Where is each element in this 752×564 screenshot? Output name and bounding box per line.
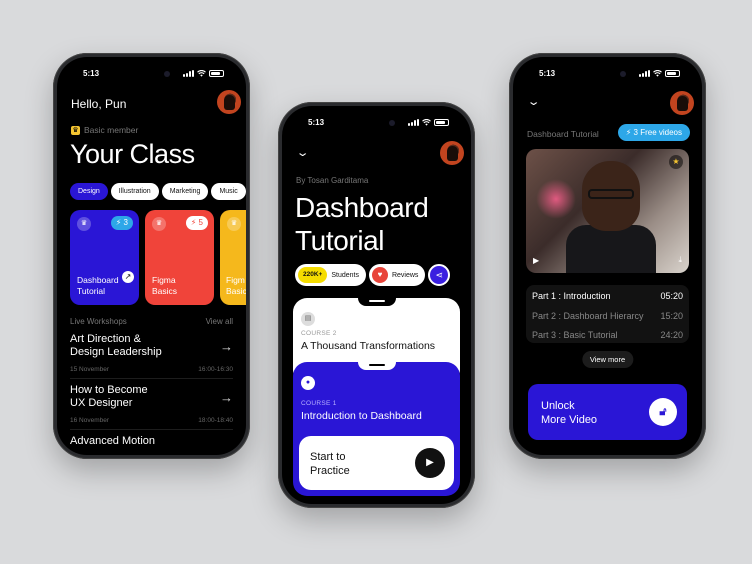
video-player[interactable]: ★ ▶ ⤓ <box>526 149 689 273</box>
member-label: Basic member <box>84 125 139 135</box>
course-name: A Thousand Transformations <box>301 340 436 352</box>
live-workshops-label: Live Workshops <box>70 317 127 326</box>
phone-course-detail: 5:13 ⌄ By Tosan Garditama Dashboard Tutor… <box>278 102 475 508</box>
workshop-item[interactable]: How to Become UX Designer → 16 November 1… <box>70 384 233 430</box>
battery-icon <box>665 70 680 77</box>
crown-icon: ♛ <box>227 217 241 231</box>
wifi-icon <box>653 70 662 77</box>
status-bar: 5:13 <box>513 69 702 81</box>
page-title: Your Class <box>70 139 195 169</box>
students-label: Students <box>331 271 359 279</box>
wifi-icon <box>422 119 431 126</box>
view-more-button[interactable]: View more <box>581 351 634 368</box>
reviews-label: Reviews <box>391 271 419 279</box>
avatar[interactable] <box>217 90 241 114</box>
download-icon[interactable]: ⤓ <box>678 255 682 265</box>
screen: 5:13 ⌄ Dashboard Tutorial ⚡ 3 Free video… <box>513 57 702 455</box>
battery-icon <box>434 119 449 126</box>
workshop-title: Advanced Motion <box>70 435 155 447</box>
signal-icon <box>183 70 194 77</box>
start-practice-button[interactable]: Start to Practice ▶ <box>299 436 454 490</box>
signal-icon <box>408 119 419 126</box>
share-icon[interactable]: ⋖ <box>428 264 451 286</box>
lesson-count-badge: ⚡ 5 <box>185 216 208 230</box>
start-practice-label: Start to Practice <box>310 451 350 477</box>
workshop-title: Art Direction & Design Leadership <box>70 333 162 358</box>
course-tag: COURSE 1 <box>301 400 337 407</box>
lesson-count-badge: ⚡ 3 <box>110 216 133 230</box>
video-part-item[interactable]: Part 2 : Dashboard Hierarcy 15:20 <box>532 311 683 325</box>
member-badge: ♛ Basic member <box>71 125 138 135</box>
view-all-link[interactable]: View all <box>206 317 233 326</box>
signal-icon <box>639 70 650 77</box>
chip-music[interactable]: Music <box>211 183 246 200</box>
status-bar: 5:13 <box>57 69 246 81</box>
students-count: 220K+ <box>298 267 328 283</box>
course-tag: COURSE 2 <box>301 330 337 337</box>
chip-illustration[interactable]: Illustration <box>110 183 159 200</box>
reviews-stat[interactable]: ♥ Reviews <box>368 264 426 286</box>
course-title: Dashboard Tutorial <box>295 192 429 256</box>
wifi-icon <box>197 70 206 77</box>
lock-icon: 🔓︎ <box>649 398 677 426</box>
arrow-up-right-icon[interactable]: ↗ <box>122 271 134 283</box>
chevron-down-icon[interactable]: ⌄ <box>527 95 541 108</box>
workshop-item[interactable]: Art Direction & Design Leadership → 15 No… <box>70 333 233 379</box>
workshop-date: 15 November <box>70 366 110 373</box>
screen: 5:13 ⌄ By Tosan Garditama Dashboard Tutor… <box>282 106 471 504</box>
class-card-figma[interactable]: ♛ ⚡ 5 Figma Basics <box>145 210 214 305</box>
course-stats: 220K+ Students ♥ Reviews ⋖ <box>295 264 451 286</box>
status-time: 5:13 <box>83 69 100 78</box>
card-handle <box>357 297 396 306</box>
author-byline: By Tosan Garditama <box>296 176 369 185</box>
greeting: Hello, Pun <box>71 97 127 111</box>
screen: 5:13 Hello, Pun ♛ Basic member Your Clas… <box>57 57 246 455</box>
workshop-date: 16 November <box>70 417 110 424</box>
class-card-label: Dashboard Tutorial <box>77 275 119 296</box>
play-icon[interactable]: ▶ <box>415 448 445 478</box>
workshop-item[interactable]: Advanced Motion <box>70 435 233 455</box>
battery-icon <box>209 70 224 77</box>
unlock-more-video-button[interactable]: Unlock More Video 🔓︎ <box>528 384 687 440</box>
crown-icon: ♛ <box>152 217 166 231</box>
lesson-icon: ● <box>301 376 315 390</box>
class-card-label: Figm Basic <box>226 275 246 296</box>
video-part-item[interactable]: Part 1 : Introduction 05:20 <box>532 291 683 305</box>
lesson-icon: ▤ <box>301 312 315 326</box>
arrow-right-icon[interactable]: → <box>220 390 233 405</box>
avatar[interactable] <box>670 91 694 115</box>
unlock-label: Unlock More Video <box>541 400 598 426</box>
free-videos-badge[interactable]: ⚡ 3 Free videos <box>617 124 690 141</box>
class-card-dashboard[interactable]: ♛ ⚡ 3 ↗ Dashboard Tutorial <box>70 210 139 305</box>
class-cards: ♛ ⚡ 3 ↗ Dashboard Tutorial ♛ ⚡ 5 Figma Bas… <box>70 210 246 305</box>
workshop-time: 18:00-18:40 <box>198 417 233 424</box>
video-part-item[interactable]: Part 3 : Basic Tutorial 24:20 <box>532 330 683 344</box>
section-title: Dashboard Tutorial <box>527 129 599 139</box>
category-chips: Design Illustration Marketing Music <box>70 183 246 200</box>
chevron-down-icon[interactable]: ⌄ <box>296 146 310 159</box>
star-icon[interactable]: ★ <box>669 155 683 169</box>
arrow-right-icon[interactable]: → <box>220 339 233 354</box>
class-card-label: Figma Basics <box>152 275 178 296</box>
chip-marketing[interactable]: Marketing <box>161 183 209 200</box>
course-card-1[interactable]: ● COURSE 1 Introduction to Dashboard Sta… <box>293 361 460 496</box>
card-handle <box>357 361 396 370</box>
students-stat: 220K+ Students <box>295 264 366 286</box>
course-name: Introduction to Dashboard <box>301 410 422 422</box>
avatar[interactable] <box>440 141 464 165</box>
chip-design[interactable]: Design <box>70 183 108 200</box>
status-bar: 5:13 <box>282 118 471 130</box>
crown-icon: ♛ <box>71 125 80 135</box>
status-time: 5:13 <box>539 69 556 78</box>
crown-icon: ♛ <box>77 217 91 231</box>
heart-icon: ♥ <box>371 267 388 283</box>
phone-video-player: 5:13 ⌄ Dashboard Tutorial ⚡ 3 Free video… <box>509 53 706 459</box>
workshop-title: How to Become UX Designer <box>70 384 148 409</box>
class-card-partial[interactable]: ♛ Figm Basic <box>220 210 246 305</box>
play-icon[interactable]: ▶ <box>533 256 539 265</box>
video-parts-list: Part 1 : Introduction 05:20 Part 2 : Das… <box>526 285 689 343</box>
workshop-time: 16:00-16:30 <box>198 366 233 373</box>
status-time: 5:13 <box>308 118 325 127</box>
phone-your-class: 5:13 Hello, Pun ♛ Basic member Your Clas… <box>53 53 250 459</box>
